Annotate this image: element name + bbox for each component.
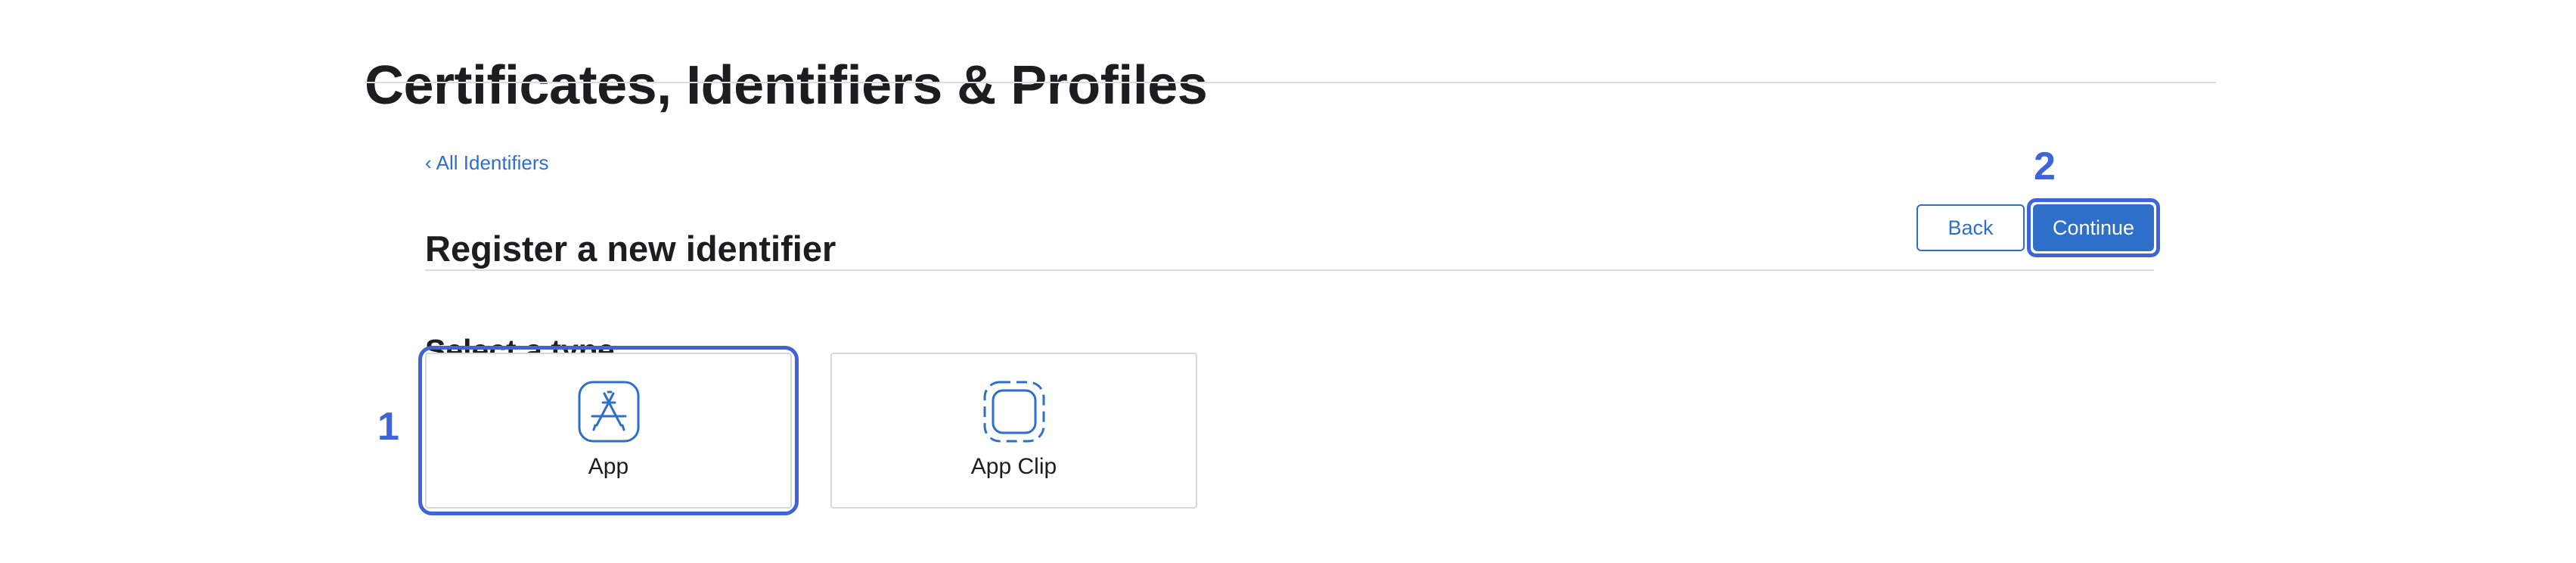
title-divider <box>365 82 2216 83</box>
type-card-app-clip-label: App Clip <box>970 454 1057 479</box>
continue-button[interactable]: Continue <box>2033 204 2154 251</box>
annotation-step-1: 1 <box>377 405 399 449</box>
chevron-left-icon: ‹ <box>425 151 432 174</box>
page-title: Certificates, Identifiers & Profiles <box>365 55 1208 117</box>
back-button[interactable]: Back <box>1916 204 2025 251</box>
all-identifiers-link-label: All Identifiers <box>436 151 549 174</box>
type-card-app-label: App <box>588 454 629 479</box>
app-store-icon <box>578 381 639 443</box>
all-identifiers-link[interactable]: ‹ All Identifiers <box>425 151 549 175</box>
app-clip-icon <box>983 381 1044 443</box>
annotation-step-2: 2 <box>2034 145 2056 188</box>
section-divider <box>425 269 2154 271</box>
type-card-app-clip[interactable]: App Clip <box>830 353 1197 509</box>
type-card-app[interactable]: App <box>425 353 792 509</box>
register-heading: Register a new identifier <box>425 229 836 269</box>
